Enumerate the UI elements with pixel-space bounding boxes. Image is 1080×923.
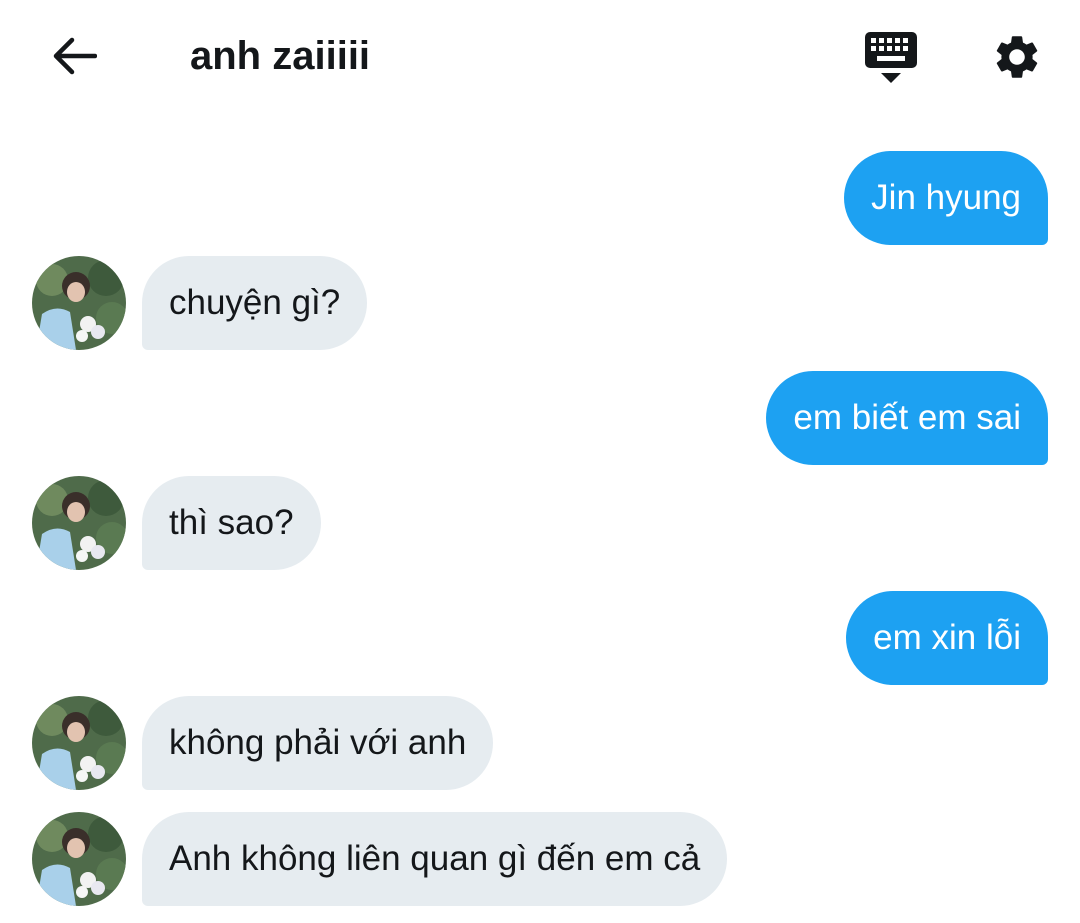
- message-incoming[interactable]: không phải với anh: [142, 696, 494, 790]
- message-text: không phải với anh: [169, 723, 467, 762]
- message-text: Anh không liên quan gì đến em cả: [169, 839, 701, 878]
- avatar[interactable]: [32, 812, 126, 906]
- message-incoming[interactable]: Anh không liên quan gì đến em cả: [142, 812, 728, 906]
- message-outgoing[interactable]: Jin hyung: [844, 151, 1048, 245]
- chat-title: anh zaiiiii: [190, 34, 371, 78]
- message-outgoing[interactable]: em biết em sai: [766, 371, 1048, 465]
- message-incoming[interactable]: chuyện gì?: [142, 256, 368, 350]
- back-button[interactable]: [44, 26, 104, 86]
- message-text: em biết em sai: [793, 398, 1021, 437]
- keyboard-button[interactable]: [860, 26, 922, 88]
- gear-icon: [996, 36, 1038, 78]
- avatar[interactable]: [32, 696, 126, 790]
- message-text: chuyện gì?: [169, 283, 341, 322]
- avatar[interactable]: [32, 256, 126, 350]
- arrow-left-icon: [53, 37, 97, 75]
- settings-button[interactable]: [986, 26, 1048, 88]
- chat-header: anh zaiiiii: [0, 0, 1080, 115]
- message-incoming[interactable]: thì sao?: [142, 476, 321, 570]
- keyboard-icon: [865, 32, 917, 83]
- message-outgoing[interactable]: em xin lỗi: [846, 591, 1048, 685]
- avatar[interactable]: [32, 476, 126, 570]
- message-text: Jin hyung: [871, 178, 1021, 217]
- message-text: em xin lỗi: [873, 618, 1021, 657]
- message-text: thì sao?: [169, 503, 294, 542]
